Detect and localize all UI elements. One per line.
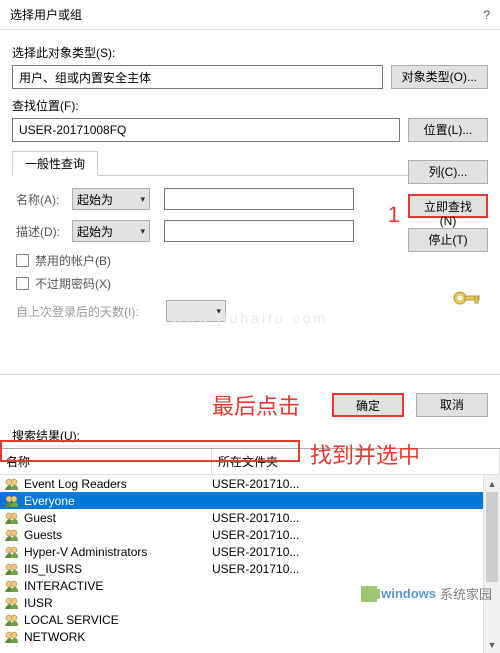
list-item-name: Guests xyxy=(4,528,212,542)
tab-general-query[interactable]: 一般性查询 xyxy=(12,151,98,176)
desc-match-combo[interactable]: 起始为▾ xyxy=(72,220,150,242)
group-icon xyxy=(4,579,20,593)
dialog-footer: 最后点击 确定 取消 xyxy=(0,383,500,427)
list-item[interactable]: GuestUSER-201710... xyxy=(0,509,500,526)
chevron-down-icon: ▾ xyxy=(216,306,221,317)
group-icon xyxy=(4,596,20,610)
group-icon xyxy=(4,511,20,525)
window-title: 选择用户或组 xyxy=(10,6,82,23)
group-icon xyxy=(4,477,20,491)
list-item[interactable]: INTERACTIVE xyxy=(0,577,500,594)
list-item-folder: USER-201710... xyxy=(212,511,500,525)
vertical-scrollbar[interactable]: ▲ ▼ xyxy=(483,475,500,653)
search-results-label: 搜索结果(U): xyxy=(0,427,500,448)
list-item-folder: USER-201710... xyxy=(212,528,500,542)
list-item[interactable]: Everyone xyxy=(0,492,500,509)
list-item-name: Event Log Readers xyxy=(4,477,212,491)
list-item[interactable]: Event Log ReadersUSER-201710... xyxy=(0,475,500,492)
non-expiring-pwd-checkbox[interactable] xyxy=(16,277,29,290)
group-icon xyxy=(4,494,20,508)
scroll-up-button[interactable]: ▲ xyxy=(484,475,500,492)
group-icon xyxy=(4,545,20,559)
object-types-button[interactable]: 对象类型(O)... xyxy=(391,65,488,89)
list-item-folder: USER-201710... xyxy=(212,477,500,491)
columns-button[interactable]: 列(C)... xyxy=(408,160,488,184)
titlebar: 选择用户或组 ? xyxy=(0,0,500,30)
list-item[interactable]: GuestsUSER-201710... xyxy=(0,526,500,543)
name-match-combo[interactable]: 起始为▾ xyxy=(72,188,150,210)
annotation-step-1: 1 xyxy=(388,202,400,228)
chevron-down-icon: ▾ xyxy=(140,226,145,237)
stop-button[interactable]: 停止(T) xyxy=(408,228,488,252)
group-icon xyxy=(4,562,20,576)
object-type-label: 选择此对象类型(S): xyxy=(12,44,488,61)
cancel-button[interactable]: 取消 xyxy=(416,393,488,417)
list-item-name: INTERACTIVE xyxy=(4,579,212,593)
group-icon xyxy=(4,528,20,542)
list-item[interactable]: LOCAL SERVICE xyxy=(0,611,500,628)
location-label: 查找位置(F): xyxy=(12,97,488,114)
listview-header: 名称 所在文件夹 xyxy=(0,449,500,475)
disabled-accounts-label: 禁用的帐户(B) xyxy=(35,252,111,269)
annotation-last-click: 最后点击 xyxy=(212,389,300,421)
column-header-name[interactable]: 名称 xyxy=(0,449,212,474)
listview-body: Event Log ReadersUSER-201710...EveryoneG… xyxy=(0,475,500,653)
list-item[interactable]: IIS_IUSRSUSER-201710... xyxy=(0,560,500,577)
results-listview: 名称 所在文件夹 Event Log ReadersUSER-201710...… xyxy=(0,448,500,653)
object-type-input[interactable] xyxy=(12,65,383,89)
help-button[interactable]: ? xyxy=(483,8,490,22)
list-item-name: IUSR xyxy=(4,596,212,610)
location-input[interactable] xyxy=(12,118,400,142)
name-input[interactable] xyxy=(164,188,354,210)
disabled-accounts-checkbox[interactable] xyxy=(16,254,29,267)
list-item-name: Guest xyxy=(4,511,212,525)
find-now-button[interactable]: 立即查找(N) xyxy=(408,194,488,218)
name-field-label: 名称(A): xyxy=(16,191,72,208)
list-item-folder: USER-201710... xyxy=(212,562,500,576)
locations-button[interactable]: 位置(L)... xyxy=(408,118,488,142)
group-icon xyxy=(4,613,20,627)
key-icon[interactable] xyxy=(452,288,482,308)
divider xyxy=(0,374,500,375)
right-button-column: 列(C)... 立即查找(N) 停止(T) xyxy=(408,160,488,252)
non-expiring-pwd-label: 不过期密码(X) xyxy=(35,275,111,292)
desc-field-label: 描述(D): xyxy=(16,223,72,240)
ok-button[interactable]: 确定 xyxy=(332,393,404,417)
list-item-name: Everyone xyxy=(4,494,212,508)
list-item-name: Hyper-V Administrators xyxy=(4,545,212,559)
column-header-folder[interactable]: 所在文件夹 xyxy=(212,449,500,474)
list-item[interactable]: Hyper-V AdministratorsUSER-201710... xyxy=(0,543,500,560)
scrollbar-thumb[interactable] xyxy=(486,492,498,582)
desc-input[interactable] xyxy=(164,220,354,242)
list-item-name: IIS_IUSRS xyxy=(4,562,212,576)
list-item[interactable]: IUSR xyxy=(0,594,500,611)
list-item-folder: USER-201710... xyxy=(212,545,500,559)
scrollbar-track[interactable] xyxy=(484,492,500,636)
list-item-name: LOCAL SERVICE xyxy=(4,613,212,627)
scroll-down-button[interactable]: ▼ xyxy=(484,636,500,653)
chevron-down-icon: ▾ xyxy=(140,194,145,205)
list-item[interactable]: NETWORK xyxy=(0,628,500,645)
days-since-login-combo: ▾ xyxy=(166,300,226,322)
list-item-name: NETWORK xyxy=(4,630,212,644)
group-icon xyxy=(4,630,20,644)
days-since-login-label: 自上次登录后的天数(I): xyxy=(16,303,166,320)
